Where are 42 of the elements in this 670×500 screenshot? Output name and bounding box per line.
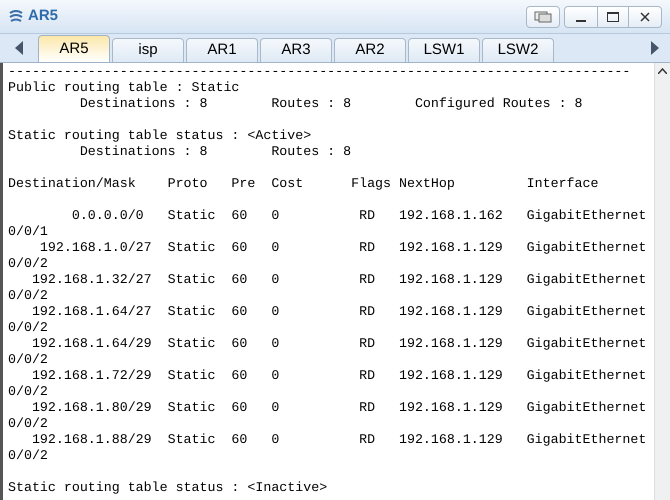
terminal-line: Public routing table : Static <box>8 80 240 96</box>
terminal-line: 0/0/1 <box>8 224 48 240</box>
terminal-line: 0/0/2 <box>8 352 48 368</box>
tab[interactable]: LSW1 <box>408 38 480 62</box>
tab[interactable]: AR3 <box>260 38 332 62</box>
tab[interactable]: AR2 <box>334 38 406 62</box>
terminal-line: 192.168.1.80/29 Static 60 0 RD 192.168.1.129 GigabitEthernet <box>30 400 646 416</box>
right-arrow-icon <box>651 41 659 55</box>
terminal-line: Static routing table status : <Active> <box>8 128 312 144</box>
close-button[interactable] <box>628 6 662 28</box>
terminal-line: 192.168.1.64/29 Static 60 0 RD 192.168.1.129 GigabitEthernet <box>30 336 646 352</box>
window-title: AR5 <box>28 6 58 26</box>
terminal-line: 0/0/2 <box>8 384 48 400</box>
minimize-icon <box>576 20 586 22</box>
scroll-up-icon <box>658 68 667 74</box>
tab[interactable]: LSW2 <box>482 38 554 62</box>
terminal-line: ------------------------------------------------------------------------------ <box>8 64 630 80</box>
terminal-line: 192.168.1.0/27 Static 60 0 RD 192.168.1.129 GigabitEthernet <box>38 240 646 256</box>
restore-icon <box>534 10 552 22</box>
left-arrow-icon <box>15 41 23 55</box>
terminal-line: 0/0/2 <box>8 288 48 304</box>
terminal-line: 192.168.1.88/29 Static 60 0 RD 192.168.1.129 GigabitEthernet <box>30 432 646 448</box>
terminal-line: 0/0/2 <box>8 320 48 336</box>
terminal-line: Destination/Mask Proto Pre Cost Flags NextHop Interface <box>8 176 598 192</box>
terminal-line: 0/0/2 <box>8 448 48 464</box>
maximize-button[interactable] <box>598 6 628 28</box>
tab[interactable]: AR1 <box>186 38 258 62</box>
terminal-line: 192.168.1.72/29 Static 60 0 RD 192.168.1.129 GigabitEthernet <box>30 368 646 384</box>
restore-button[interactable] <box>526 6 560 28</box>
terminal-line: 0/0/2 <box>8 256 48 272</box>
terminal-line: 0/0/2 <box>8 416 48 432</box>
terminal-line: Destinations : 8 Routes : 8 Configured Routes : 8 <box>78 96 583 112</box>
terminal-line: 192.168.1.32/27 Static 60 0 RD 192.168.1.129 GigabitEthernet <box>30 272 646 288</box>
tab[interactable]: AR5 <box>38 35 110 62</box>
terminal-line: Destinations : 8 Routes : 8 <box>78 144 352 160</box>
terminal-line: Static routing table status : <Inactive> <box>8 480 328 496</box>
minimize-button[interactable] <box>564 6 598 28</box>
maximize-icon <box>607 12 619 22</box>
tab[interactable]: isp <box>112 38 184 62</box>
terminal-line: 0.0.0.0/0 Static 60 0 RD 192.168.1.162 GigabitEthernet <box>70 208 646 224</box>
close-icon <box>640 12 650 22</box>
terminal-line: 192.168.1.64/27 Static 60 0 RD 192.168.1.129 GigabitEthernet <box>30 304 646 320</box>
